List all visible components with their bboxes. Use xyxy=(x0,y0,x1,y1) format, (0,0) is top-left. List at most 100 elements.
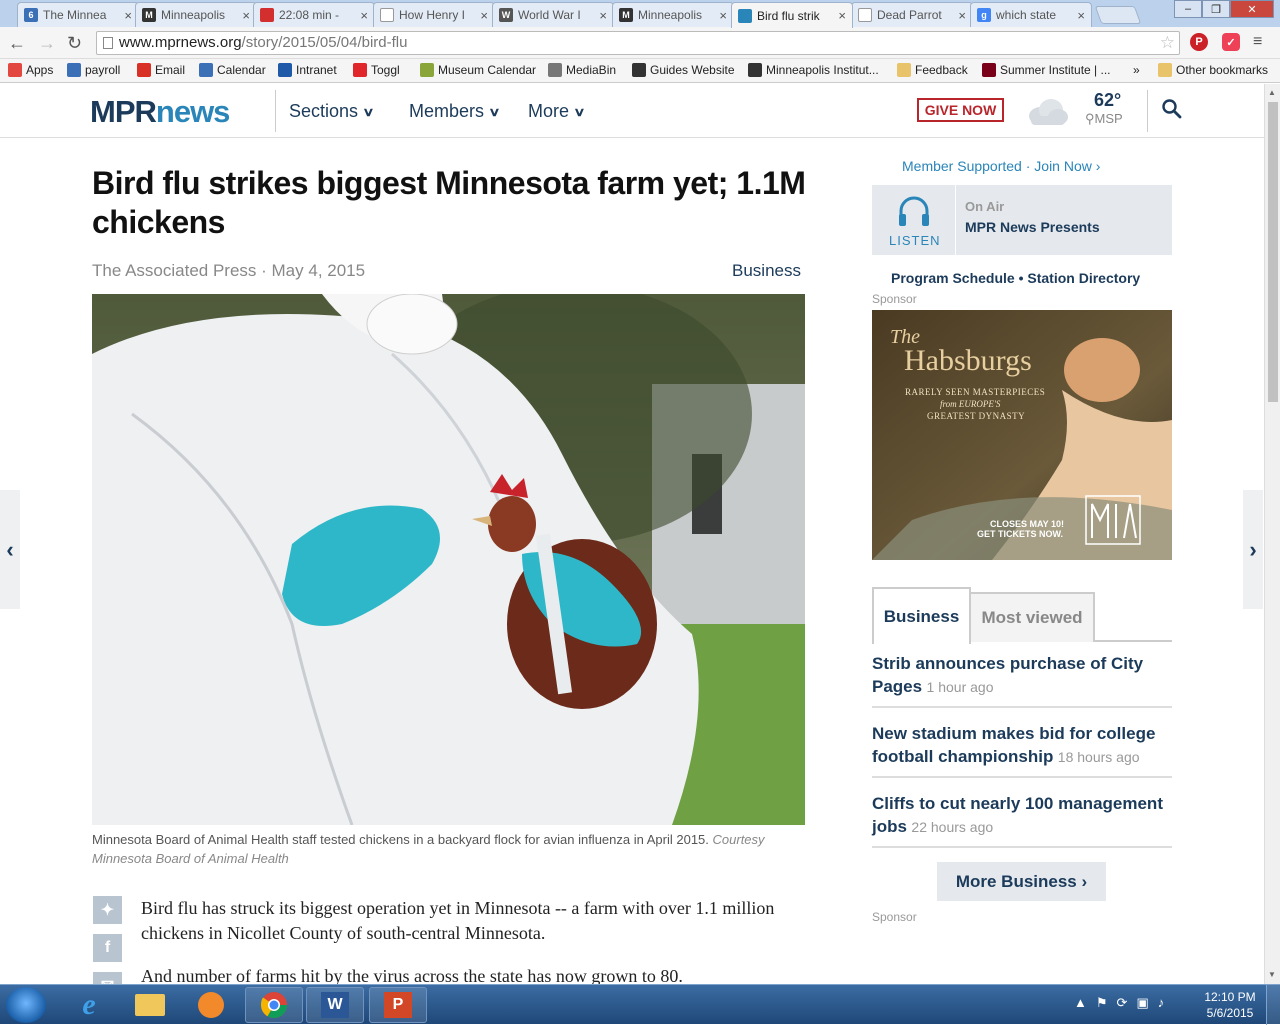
mediabin-icon xyxy=(548,63,562,77)
media-player-icon[interactable] xyxy=(182,987,240,1023)
more-business-button[interactable]: More Business › xyxy=(937,862,1106,901)
facebook-share-button[interactable]: f xyxy=(93,934,122,962)
browser-tab[interactable]: 22:08 min - × xyxy=(253,2,375,27)
email-share-button[interactable]: ✉ xyxy=(93,972,122,984)
tab-favicon-icon: W xyxy=(499,8,513,22)
tab-close-icon[interactable]: × xyxy=(1077,8,1085,23)
next-story-arrow[interactable]: › xyxy=(1243,490,1263,609)
chevron-right-icon: › xyxy=(1095,158,1101,174)
email-icon: ✉ xyxy=(101,976,114,984)
tab-close-icon[interactable]: × xyxy=(242,8,250,23)
habsburgs-ad[interactable]: The Habsburgs RARELY SEEN MASTERPIECES f… xyxy=(872,310,1172,560)
tab-most-viewed[interactable]: Most viewed xyxy=(971,592,1095,642)
program-links[interactable]: Program Schedule • Station Directory xyxy=(891,270,1140,286)
listen-live-widget[interactable]: LISTEN On Air MPR News Presents xyxy=(872,185,1172,255)
new-tab-button[interactable] xyxy=(1094,6,1142,24)
sidebar-tabs: Business Most viewed xyxy=(872,587,1172,644)
sync-icon[interactable]: ⟳ xyxy=(1117,995,1128,1011)
nav-sections[interactable]: Sections ∨ xyxy=(289,101,375,122)
listen-button[interactable]: LISTEN xyxy=(872,185,956,255)
gmail-icon xyxy=(137,63,151,77)
scroll-up-icon[interactable]: ▲ xyxy=(1268,88,1276,97)
previous-story-arrow[interactable]: ‹ xyxy=(0,490,20,609)
browser-tab[interactable]: g which state × xyxy=(970,2,1092,27)
story-title[interactable]: Strib announces purchase of City Pages xyxy=(872,654,1143,696)
browser-tab[interactable]: 6 The Minnea × xyxy=(17,2,139,27)
article-photo[interactable] xyxy=(92,294,805,825)
tab-close-icon[interactable]: × xyxy=(838,8,846,23)
show-hidden-icons[interactable]: ▲ xyxy=(1074,995,1087,1011)
bookmark-item[interactable]: MediaBin xyxy=(548,63,616,77)
page-scrollbar[interactable]: ▲ ▼ xyxy=(1264,84,1280,984)
powerpoint-taskbar-icon[interactable]: P xyxy=(369,987,427,1023)
file-explorer-icon[interactable] xyxy=(121,987,179,1023)
maximize-button[interactable]: ❐ xyxy=(1202,0,1230,18)
address-bar[interactable]: www.mprnews.org/story/2015/05/04/bird-fl… xyxy=(96,31,1180,55)
tab-close-icon[interactable]: × xyxy=(124,8,132,23)
close-window-button[interactable]: ✕ xyxy=(1230,0,1274,18)
member-join-link[interactable]: Member Supported · Join Now › xyxy=(902,158,1100,174)
volume-icon[interactable]: ♪ xyxy=(1158,995,1165,1011)
bookmark-item[interactable]: Feedback xyxy=(897,63,968,77)
minimize-button[interactable]: – xyxy=(1174,0,1202,18)
chrome-taskbar-icon[interactable] xyxy=(245,987,303,1023)
browser-tab[interactable]: Bird flu strik × xyxy=(731,2,853,28)
start-button[interactable] xyxy=(6,987,46,1023)
show-desktop-button[interactable] xyxy=(1266,985,1280,1025)
sidebar-story[interactable]: New stadium makes bid for college footba… xyxy=(872,722,1172,778)
mpr-news-logo[interactable]: MPRnews xyxy=(90,94,230,130)
forward-icon[interactable]: → xyxy=(38,33,56,54)
bookmark-item[interactable]: Toggl xyxy=(353,63,400,77)
bookmark-star-icon[interactable]: ☆ xyxy=(1160,32,1175,54)
word-taskbar-icon[interactable]: W xyxy=(306,987,364,1023)
twitter-share-button[interactable]: ✦ xyxy=(93,896,122,924)
tab-close-icon[interactable]: × xyxy=(599,8,607,23)
internet-explorer-icon[interactable]: e xyxy=(60,987,118,1023)
caption-text: Minnesota Board of Animal Health staff t… xyxy=(92,832,709,847)
tab-close-icon[interactable]: × xyxy=(958,8,966,23)
search-icon[interactable] xyxy=(1161,98,1183,120)
intranet-icon xyxy=(278,63,292,77)
browser-tab[interactable]: How Henry I × xyxy=(373,2,495,27)
scroll-down-icon[interactable]: ▼ xyxy=(1268,970,1276,979)
tab-close-icon[interactable]: × xyxy=(360,8,368,23)
browser-tab[interactable]: M Minneapolis × xyxy=(612,2,734,27)
nav-members[interactable]: Members ∨ xyxy=(409,101,501,122)
bookmark-item[interactable]: Summer Institute | ... xyxy=(982,63,1110,77)
give-now-button[interactable]: GIVE NOW xyxy=(917,98,1004,122)
bookmark-item[interactable]: Intranet xyxy=(278,63,337,77)
browser-tab[interactable]: M Minneapolis × xyxy=(135,2,257,27)
reload-icon[interactable]: ↻ xyxy=(67,33,82,54)
menu-icon[interactable]: ≡ xyxy=(1253,33,1262,51)
nav-more[interactable]: More ∨ xyxy=(528,101,586,122)
browser-tab[interactable]: Dead Parrot × xyxy=(851,2,973,27)
tab-business[interactable]: Business xyxy=(872,587,971,644)
folder-icon xyxy=(1158,63,1172,77)
system-clock[interactable]: 12:10 PM 5/6/2015 xyxy=(1202,989,1258,1021)
on-air-show[interactable]: MPR News Presents xyxy=(965,219,1100,235)
chevron-down-icon: ∨ xyxy=(362,104,375,119)
article-category-link[interactable]: Business xyxy=(732,261,801,281)
tab-favicon-icon xyxy=(260,8,274,22)
bookmark-item[interactable]: Minneapolis Institut... xyxy=(748,63,879,77)
bookmark-item[interactable]: Museum Calendar xyxy=(420,63,536,77)
pinterest-icon[interactable]: P xyxy=(1190,33,1208,51)
other-bookmarks[interactable]: Other bookmarks xyxy=(1158,63,1268,77)
action-center-flag-icon[interactable]: ⚑ xyxy=(1096,995,1108,1011)
page-icon xyxy=(103,37,113,49)
bookmark-item[interactable]: Email xyxy=(137,63,185,77)
sidebar-story[interactable]: Cliffs to cut nearly 100 management jobs… xyxy=(872,792,1172,848)
network-icon[interactable]: ▣ xyxy=(1136,995,1148,1011)
bookmark-item[interactable]: Apps xyxy=(8,63,53,77)
pocket-icon[interactable]: ✓ xyxy=(1222,33,1240,51)
bookmark-item[interactable]: payroll xyxy=(67,63,120,77)
scrollbar-thumb[interactable] xyxy=(1268,102,1278,402)
back-icon[interactable]: ← xyxy=(8,33,26,54)
bookmark-item[interactable]: Guides Website xyxy=(632,63,735,77)
sidebar-story[interactable]: Strib announces purchase of City Pages 1… xyxy=(872,652,1172,708)
tab-close-icon[interactable]: × xyxy=(719,8,727,23)
more-bookmarks-chevron[interactable]: » xyxy=(1133,63,1140,77)
tab-close-icon[interactable]: × xyxy=(480,8,488,23)
bookmark-item[interactable]: Calendar xyxy=(199,63,266,77)
browser-tab[interactable]: W World War I × xyxy=(492,2,614,27)
